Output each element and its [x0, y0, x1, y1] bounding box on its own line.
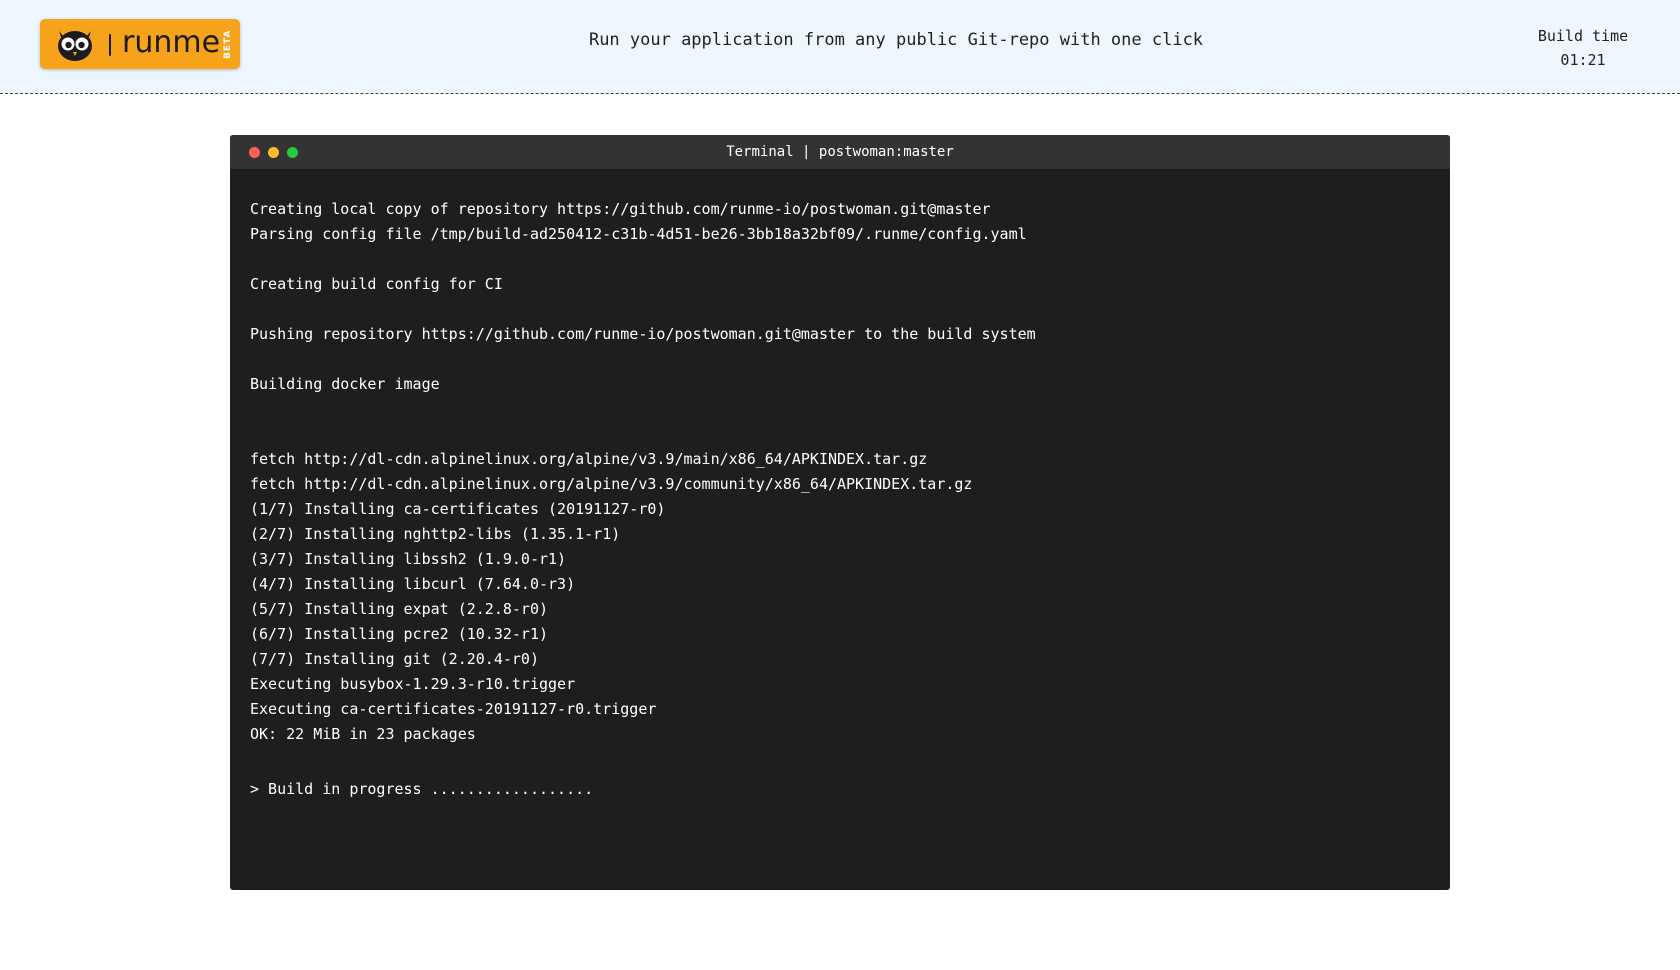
terminal-line: fetch http://dl-cdn.alpinelinux.org/alpi…: [250, 475, 973, 493]
terminal-window: Terminal | postwoman:master Creating loc…: [230, 135, 1450, 890]
terminal-line: Building docker image: [250, 375, 440, 393]
terminal-line: OK: 22 MiB in 23 packages: [250, 725, 476, 743]
logo-divider: [109, 34, 111, 56]
tagline-container: Run your application from any public Git…: [0, 30, 1680, 50]
terminal-line: Executing busybox-1.29.3-r10.trigger: [250, 675, 576, 693]
runme-logo[interactable]: runme BETA: [40, 19, 240, 69]
maximize-dot-icon[interactable]: [287, 147, 298, 158]
terminal-output[interactable]: Creating local copy of repository https:…: [250, 197, 1430, 802]
tagline: Run your application from any public Git…: [588, 30, 1204, 50]
terminal-line: Executing ca-certificates-20191127-r0.tr…: [250, 700, 657, 718]
terminal-title: Terminal | postwoman:master: [726, 144, 954, 160]
terminal-line: Creating build config for CI: [250, 275, 503, 293]
terminal-titlebar: Terminal | postwoman:master: [230, 135, 1450, 169]
build-time-value: 01:21: [1560, 51, 1606, 69]
build-progress-line: > Build in progress ..................: [250, 780, 594, 798]
terminal-line: (3/7) Installing libssh2 (1.9.0-r1): [250, 550, 567, 568]
terminal-line: (6/7) Installing pcre2 (10.32-r1): [250, 625, 549, 643]
top-header: runme BETA Run your application from any…: [0, 0, 1680, 94]
terminal-line: (4/7) Installing libcurl (7.64.0-r3): [250, 575, 576, 593]
minimize-dot-icon[interactable]: [268, 147, 279, 158]
terminal-line: (2/7) Installing nghttp2-libs (1.35.1-r1…: [250, 525, 621, 543]
terminal-line: (5/7) Installing expat (2.2.8-r0): [250, 600, 549, 618]
owl-icon: [58, 31, 92, 61]
terminal-line: Parsing config file /tmp/build-ad250412-…: [250, 225, 1027, 243]
terminal-line: Creating local copy of repository https:…: [250, 200, 991, 218]
terminal-line: (7/7) Installing git (2.20.4-r0): [250, 650, 539, 668]
build-time-label: Build time: [1537, 27, 1629, 45]
build-time: Build time 01:21: [1528, 24, 1638, 72]
terminal-line: (1/7) Installing ca-certificates (201911…: [250, 500, 666, 518]
close-dot-icon[interactable]: [249, 147, 260, 158]
terminal-line: fetch http://dl-cdn.alpinelinux.org/alpi…: [250, 450, 928, 468]
logo-text: runme: [122, 25, 221, 60]
beta-badge: BETA: [223, 29, 233, 59]
terminal-line: Pushing repository https://github.com/ru…: [250, 325, 1036, 343]
